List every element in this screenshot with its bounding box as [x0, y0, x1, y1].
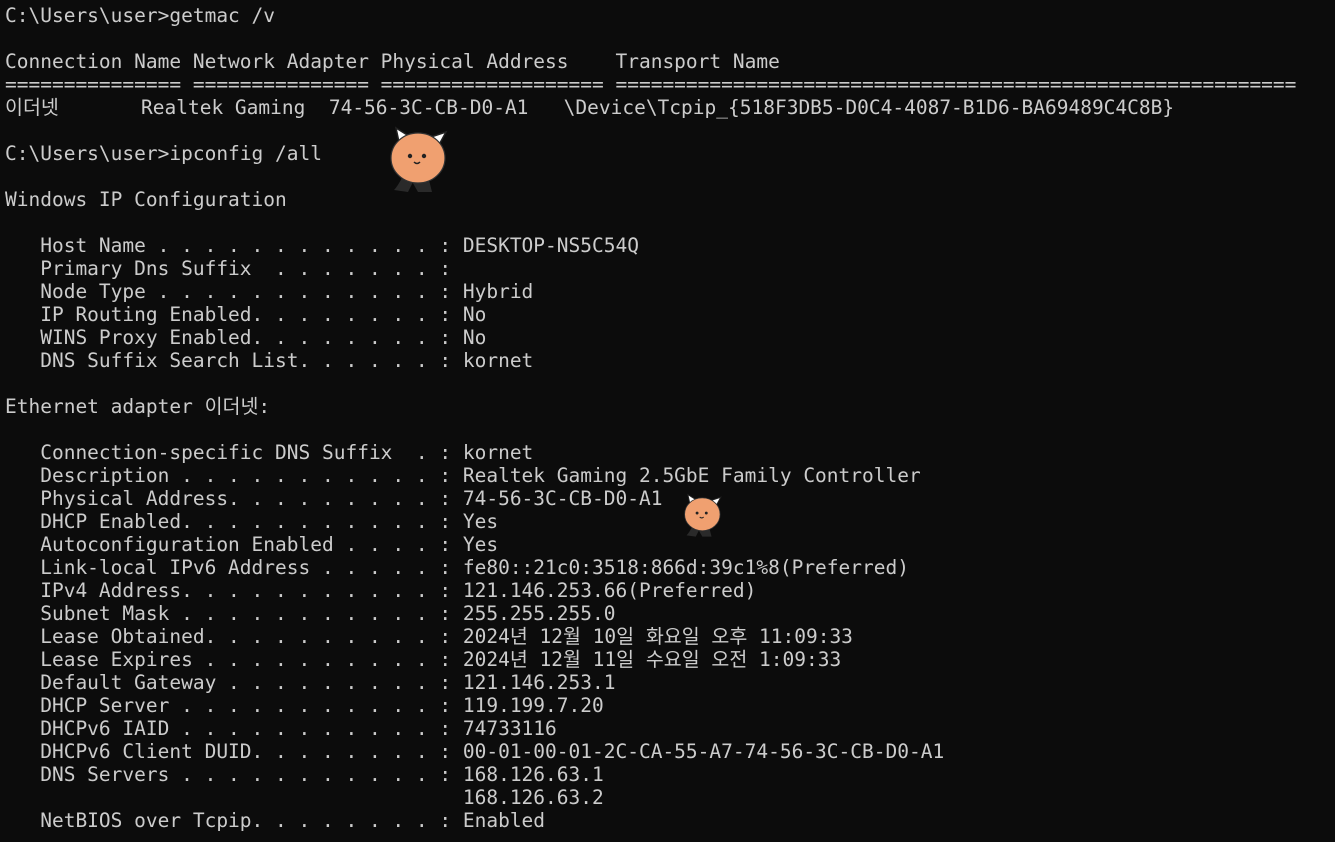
config-line: DNS Suffix Search List. . . . . . : korn… — [5, 349, 534, 372]
config-line: Host Name . . . . . . . . . . . . : DESK… — [5, 234, 639, 257]
config-line: IP Routing Enabled. . . . . . . . : No — [5, 303, 487, 326]
adapter-config-line: DNS Servers . . . . . . . . . . . : 168.… — [5, 763, 604, 786]
getmac-separator-line: =============== =============== ========… — [5, 73, 1297, 96]
adapter-config-line: 168.126.63.2 — [5, 786, 604, 809]
adapter-config-line: Link-local IPv6 Address . . . . . : fe80… — [5, 556, 909, 579]
general-config-block: Host Name . . . . . . . . . . . . : DESK… — [5, 234, 1335, 372]
adapter-title-line: Ethernet adapter 이더넷: — [5, 395, 271, 418]
ipconfig-title-line: Windows IP Configuration — [5, 188, 287, 211]
adapter-config-line: Connection-specific DNS Suffix . : korne… — [5, 441, 534, 464]
config-line: WINS Proxy Enabled. . . . . . . . : No — [5, 326, 487, 349]
cat-sticker-small-icon — [682, 492, 724, 543]
adapter-config-block: Connection-specific DNS Suffix . : korne… — [5, 441, 1335, 832]
getmac-row-line: 이더넷 Realtek Gaming 74-56-3C-CB-D0-A1 \De… — [5, 96, 1175, 119]
config-line: Primary Dns Suffix . . . . . . . : — [5, 257, 452, 280]
ipconfig-prompt-line: C:\Users\user>ipconfig /all — [5, 142, 322, 165]
adapter-config-line: DHCPv6 Client DUID. . . . . . . . : 00-0… — [5, 740, 945, 763]
adapter-config-line: NetBIOS over Tcpip. . . . . . . . : Enab… — [5, 809, 546, 832]
getmac-prompt-line: C:\Users\user>getmac /v — [5, 4, 276, 27]
adapter-config-line: Default Gateway . . . . . . . . . : 121.… — [5, 671, 616, 694]
adapter-config-line: DHCP Server . . . . . . . . . . . : 119.… — [5, 694, 604, 717]
adapter-config-line: Lease Obtained. . . . . . . . . . : 2024… — [5, 625, 853, 648]
adapter-config-line: Description . . . . . . . . . . . : Real… — [5, 464, 921, 487]
adapter-config-line: DHCPv6 IAID . . . . . . . . . . . : 7473… — [5, 717, 557, 740]
adapter-config-line: Autoconfiguration Enabled . . . . : Yes — [5, 533, 499, 556]
adapter-config-line: Physical Address. . . . . . . . . : 74-5… — [5, 487, 663, 510]
adapter-config-line: DHCP Enabled. . . . . . . . . . . : Yes — [5, 510, 499, 533]
terminal-window[interactable]: C:\Users\user>getmac /v Connection Name … — [0, 0, 1335, 842]
adapter-config-line: Lease Expires . . . . . . . . . . : 2024… — [5, 648, 842, 671]
cat-sticker-icon — [388, 124, 450, 199]
config-line: Node Type . . . . . . . . . . . . : Hybr… — [5, 280, 534, 303]
adapter-config-line: IPv4 Address. . . . . . . . . . . : 121.… — [5, 579, 757, 602]
getmac-header-line: Connection Name Network Adapter Physical… — [5, 50, 780, 73]
adapter-config-line: Subnet Mask . . . . . . . . . . . : 255.… — [5, 602, 616, 625]
